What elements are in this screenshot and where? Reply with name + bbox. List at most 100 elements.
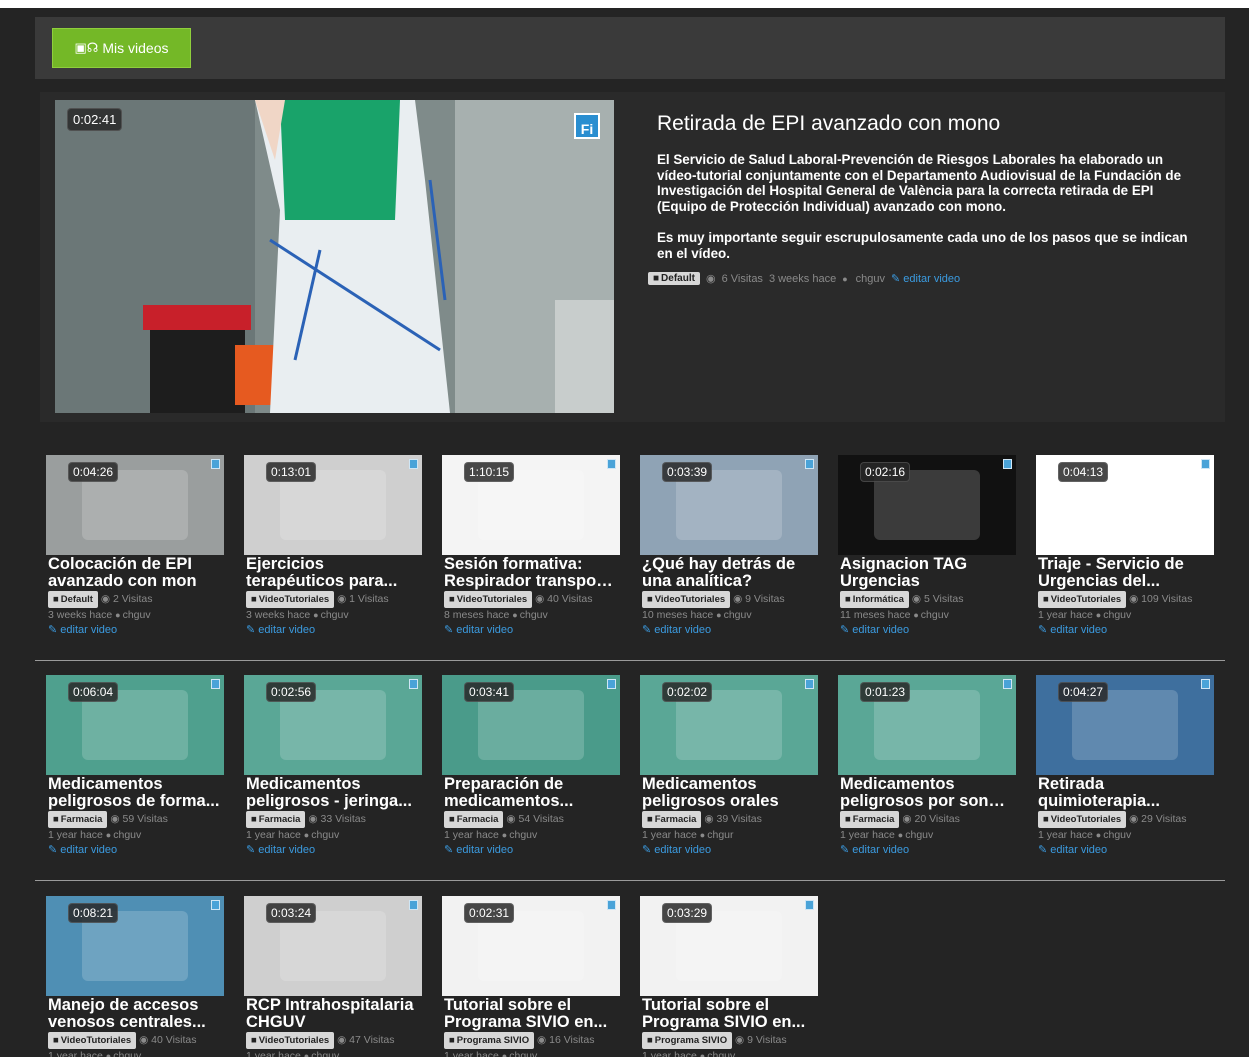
category-badge[interactable]: ■ Informática (840, 591, 909, 608)
user-name[interactable]: chguv (509, 1050, 537, 1057)
featured-title[interactable]: Retirada de EPI avanzado con mono (657, 112, 1197, 136)
user-name[interactable]: chguv (123, 609, 151, 621)
category-badge[interactable]: ■ Farmacia (840, 811, 900, 828)
edit-video-link[interactable]: ✎ editar video (48, 844, 117, 856)
video-card[interactable]: 0:04:13 Triaje - Servicio de Urgencias del… (1036, 455, 1216, 655)
user-name[interactable]: chguv (707, 1050, 735, 1057)
video-title[interactable]: Ejercicios terapéuticos para... (246, 556, 418, 590)
video-card[interactable]: 0:02:02 Medicamentos peligrosos orales ■ Far… (640, 675, 820, 875)
mis-videos-button[interactable]: ▣☊ Mis videos (52, 28, 191, 68)
video-card[interactable]: 0:04:26 Colocación de EPI avanzado con mon… (46, 455, 226, 655)
category-badge[interactable]: ■ VideoTutoriales (1038, 811, 1127, 828)
video-title[interactable]: Tutorial sobre el Programa SIVIO en... (444, 997, 616, 1031)
user-name[interactable]: chguv (724, 609, 752, 621)
edit-video-link[interactable]: ✎ editar video (840, 624, 909, 636)
category-badge[interactable]: ■ VideoTutoriales (246, 1032, 335, 1049)
video-title[interactable]: Medicamentos peligrosos orales (642, 776, 814, 810)
video-thumbnail[interactable]: 1:10:15 (442, 455, 620, 555)
user-name[interactable]: chguv (1103, 609, 1131, 621)
category-badge[interactable]: ■ VideoTutoriales (642, 591, 731, 608)
user-name[interactable]: chguv (921, 609, 949, 621)
user-name[interactable]: chguv (509, 829, 537, 841)
video-card[interactable]: 0:02:16 Asignacion TAG Urgencias ■ Informáti… (838, 455, 1018, 655)
video-thumbnail[interactable]: 0:04:13 (1036, 455, 1214, 555)
user-name[interactable]: chguv (321, 609, 349, 621)
edit-video-link[interactable]: ✎ editar video (48, 624, 117, 636)
video-title[interactable]: Preparación de medicamentos... (444, 776, 616, 810)
age: 1 year hace (48, 829, 103, 841)
video-title[interactable]: Manejo de accesos venosos centrales... (48, 997, 220, 1031)
category-badge[interactable]: ■ VideoTutoriales (246, 591, 335, 608)
user-name[interactable]: chguv (311, 829, 339, 841)
edit-video-link[interactable]: ✎ editar video (444, 844, 513, 856)
video-card[interactable]: 0:03:29 Tutorial sobre el Programa SIVIO e… (640, 896, 820, 1057)
video-card[interactable]: 0:06:04 Medicamentos peligrosos de forma..… (46, 675, 226, 875)
category-badge[interactable]: ■ Default (48, 591, 98, 608)
edit-video-link[interactable]: ✎ editar video (444, 624, 513, 636)
category-badge[interactable]: ■ Programa SIVIO (642, 1032, 733, 1049)
category-badge[interactable]: ■ Farmacia (642, 811, 702, 828)
video-card[interactable]: 0:13:01 Ejercicios terapéuticos para... ■ Vi… (244, 455, 424, 655)
video-card[interactable]: 0:08:21 Manejo de accesos venosos centrale… (46, 896, 226, 1057)
category-badge[interactable]: ■ Farmacia (246, 811, 306, 828)
video-title[interactable]: Asignacion TAG Urgencias (840, 556, 1012, 590)
category-badge[interactable]: ■ Programa SIVIO (444, 1032, 535, 1049)
edit-video-link[interactable]: ✎ editar video (1038, 844, 1107, 856)
video-thumbnail[interactable]: 0:03:39 (640, 455, 818, 555)
video-thumbnail[interactable]: 0:04:27 (1036, 675, 1214, 775)
video-title[interactable]: Medicamentos peligrosos de forma... (48, 776, 220, 810)
user-name[interactable]: chguv (311, 1050, 339, 1057)
video-thumbnail[interactable]: 0:02:56 (244, 675, 422, 775)
user-name[interactable]: chguv (520, 609, 548, 621)
video-card[interactable]: 0:02:56 Medicamentos peligrosos - jeringa.… (244, 675, 424, 875)
edit-video-link[interactable]: ✎ editar video (642, 624, 711, 636)
category-badge[interactable]: ■ Farmacia (444, 811, 504, 828)
user-name[interactable]: chguv (113, 1050, 141, 1057)
category-badge[interactable]: ■ Default (648, 272, 700, 285)
video-card[interactable]: 0:02:31 Tutorial sobre el Programa SIVIO e… (442, 896, 622, 1057)
video-title[interactable]: Retirada quimioterapia... (1038, 776, 1210, 810)
video-thumbnail[interactable]: 0:03:41 (442, 675, 620, 775)
video-thumbnail[interactable]: 0:01:23 (838, 675, 1016, 775)
user-name[interactable]: chgur (707, 829, 733, 841)
video-thumbnail[interactable]: 0:13:01 (244, 455, 422, 555)
video-card[interactable]: 1:10:15 Sesión formativa: Respirador trans… (442, 455, 622, 655)
video-card[interactable]: 0:04:27 Retirada quimioterapia... ■ VideoTut… (1036, 675, 1216, 875)
user-name[interactable]: chguv (856, 273, 885, 285)
video-thumbnail[interactable]: 0:06:04 (46, 675, 224, 775)
video-title[interactable]: Medicamentos peligrosos por sond... (840, 776, 1012, 810)
video-title[interactable]: Sesión formativa: Respirador transport... (444, 556, 616, 590)
video-card[interactable]: 0:01:23 Medicamentos peligrosos por sond..… (838, 675, 1018, 875)
video-thumbnail[interactable]: 0:03:29 (640, 896, 818, 996)
video-title[interactable]: RCP Intrahospitalaria CHGUV (246, 997, 418, 1031)
video-title[interactable]: Triaje - Servicio de Urgencias del... (1038, 556, 1210, 590)
video-thumbnail[interactable]: 0:04:26 (46, 455, 224, 555)
video-title[interactable]: Medicamentos peligrosos - jeringa... (246, 776, 418, 810)
video-thumbnail[interactable]: 0:08:21 (46, 896, 224, 996)
video-title[interactable]: ¿Qué hay detrás de una analítica? (642, 556, 814, 590)
edit-video-link[interactable]: ✎ editar video (246, 844, 315, 856)
edit-video-link[interactable]: ✎ editar video (891, 272, 960, 285)
user-name[interactable]: chguv (113, 829, 141, 841)
category-badge[interactable]: ■ VideoTutoriales (48, 1032, 137, 1049)
video-card[interactable]: 0:03:24 RCP Intrahospitalaria CHGUV ■ VideoT… (244, 896, 424, 1057)
edit-video-link[interactable]: ✎ editar video (246, 624, 315, 636)
edit-video-link[interactable]: ✎ editar video (1038, 624, 1107, 636)
video-thumbnail[interactable]: 0:02:31 (442, 896, 620, 996)
edit-video-link[interactable]: ✎ editar video (840, 844, 909, 856)
featured-thumbnail[interactable]: 0:02:41 Fi (55, 100, 614, 413)
video-thumbnail[interactable]: 0:02:02 (640, 675, 818, 775)
video-thumbnail[interactable]: 0:03:24 (244, 896, 422, 996)
video-title[interactable]: Tutorial sobre el Programa SIVIO en... (642, 997, 814, 1031)
category-badge[interactable]: ■ VideoTutoriales (444, 591, 533, 608)
edit-video-link[interactable]: ✎ editar video (642, 844, 711, 856)
video-title[interactable]: Colocación de EPI avanzado con mon (48, 556, 220, 590)
category-badge[interactable]: ■ VideoTutoriales (1038, 591, 1127, 608)
video-thumbnail[interactable]: 0:02:16 (838, 455, 1016, 555)
video-card[interactable]: 0:03:39 ¿Qué hay detrás de una analítica? ■… (640, 455, 820, 655)
user-name[interactable]: chguv (905, 829, 933, 841)
video-card[interactable]: 0:03:41 Preparación de medicamentos... ■ Far… (442, 675, 622, 875)
user-name[interactable]: chguv (1103, 829, 1131, 841)
category-badge[interactable]: ■ Farmacia (48, 811, 108, 828)
meta-row: ✎ editar video (48, 843, 226, 858)
